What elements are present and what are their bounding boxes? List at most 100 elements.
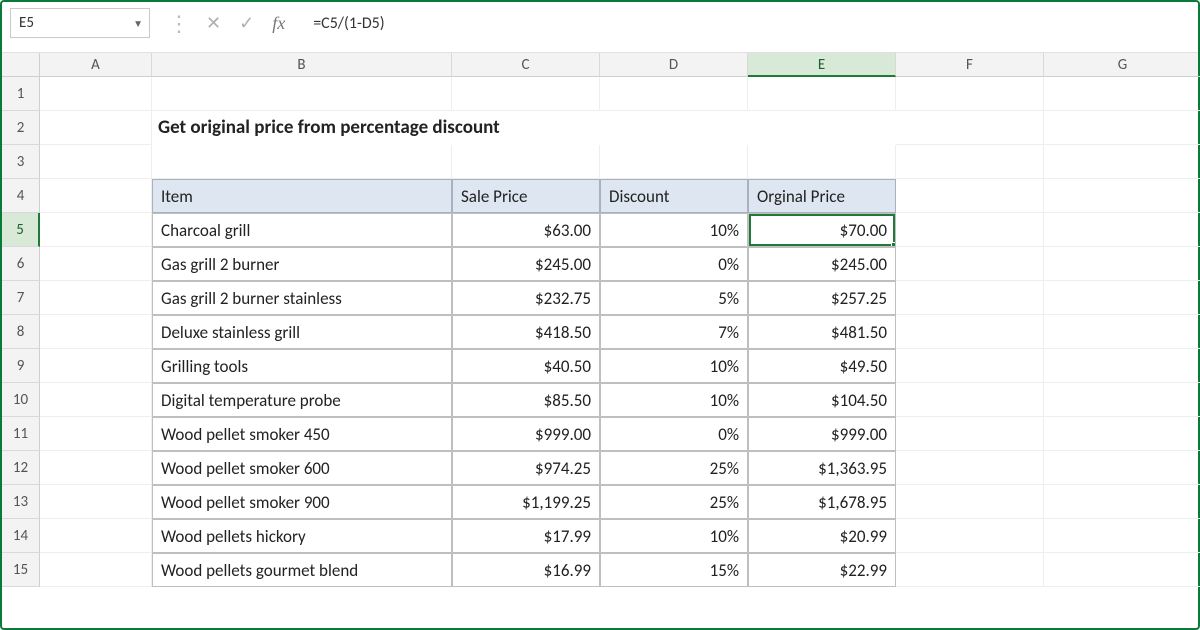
cell-C3[interactable] xyxy=(452,145,600,179)
cell-C9[interactable]: $40.50 xyxy=(452,349,600,383)
cell-E12[interactable]: $1,363.95 xyxy=(748,451,896,485)
row-header-6[interactable]: 6 xyxy=(2,247,40,281)
col-header-B[interactable]: B xyxy=(152,53,452,77)
cell-G10[interactable] xyxy=(1044,383,1200,417)
cell-C12[interactable]: $974.25 xyxy=(452,451,600,485)
row-header-12[interactable]: 12 xyxy=(2,451,40,485)
cell-B14[interactable]: Wood pellets hickory xyxy=(152,519,452,553)
cell-C14[interactable]: $17.99 xyxy=(452,519,600,553)
cell-G4[interactable] xyxy=(1044,179,1200,213)
cell-F6[interactable] xyxy=(896,247,1044,281)
row-header-3[interactable]: 3 xyxy=(2,145,40,179)
cell-D11[interactable]: 0% xyxy=(600,417,748,451)
row-header-10[interactable]: 10 xyxy=(2,383,40,417)
col-header-D[interactable]: D xyxy=(600,53,748,77)
cell-A14[interactable] xyxy=(40,519,152,553)
cell-B3[interactable] xyxy=(152,145,452,179)
cell-F7[interactable] xyxy=(896,281,1044,315)
select-all-corner[interactable] xyxy=(2,53,40,77)
header-sale-price[interactable]: Sale Price xyxy=(452,179,600,213)
cell-D12[interactable]: 25% xyxy=(600,451,748,485)
cell-G14[interactable] xyxy=(1044,519,1200,553)
enter-icon[interactable]: ✓ xyxy=(239,12,254,34)
cell-E3[interactable] xyxy=(748,145,896,179)
row-header-2[interactable]: 2 xyxy=(2,111,40,145)
cell-E11[interactable]: $999.00 xyxy=(748,417,896,451)
cell-F8[interactable] xyxy=(896,315,1044,349)
cell-A9[interactable] xyxy=(40,349,152,383)
row-header-4[interactable]: 4 xyxy=(2,179,40,213)
cell-E7[interactable]: $257.25 xyxy=(748,281,896,315)
cell-F3[interactable] xyxy=(896,145,1044,179)
col-header-F[interactable]: F xyxy=(896,53,1044,77)
cell-E1[interactable] xyxy=(748,77,896,111)
cell-B13[interactable]: Wood pellet smoker 900 xyxy=(152,485,452,519)
row-header-9[interactable]: 9 xyxy=(2,349,40,383)
cell-G8[interactable] xyxy=(1044,315,1200,349)
header-item[interactable]: Item xyxy=(152,179,452,213)
cell-C11[interactable]: $999.00 xyxy=(452,417,600,451)
cell-B7[interactable]: Gas grill 2 burner stainless xyxy=(152,281,452,315)
spreadsheet-grid[interactable]: A B C D E F G 1 2 Get original price fro… xyxy=(2,53,1198,587)
cell-F12[interactable] xyxy=(896,451,1044,485)
cell-D3[interactable] xyxy=(600,145,748,179)
cell-B15[interactable]: Wood pellets gourmet blend xyxy=(152,553,452,587)
cell-G13[interactable] xyxy=(1044,485,1200,519)
col-header-G[interactable]: G xyxy=(1044,53,1200,77)
cell-B5[interactable]: Charcoal grill xyxy=(152,213,452,247)
cell-E10[interactable]: $104.50 xyxy=(748,383,896,417)
cell-E8[interactable]: $481.50 xyxy=(748,315,896,349)
cell-F14[interactable] xyxy=(896,519,1044,553)
row-header-1[interactable]: 1 xyxy=(2,77,40,111)
cell-D5[interactable]: 10% xyxy=(600,213,748,247)
cell-A12[interactable] xyxy=(40,451,152,485)
col-header-E[interactable]: E xyxy=(748,53,896,77)
fx-icon[interactable]: fx xyxy=(272,13,285,34)
cell-B9[interactable]: Grilling tools xyxy=(152,349,452,383)
cell-B11[interactable]: Wood pellet smoker 450 xyxy=(152,417,452,451)
cell-E6[interactable]: $245.00 xyxy=(748,247,896,281)
cell-A6[interactable] xyxy=(40,247,152,281)
cell-G7[interactable] xyxy=(1044,281,1200,315)
cell-G3[interactable] xyxy=(1044,145,1200,179)
sheet-title[interactable]: Get original price from percentage disco… xyxy=(152,111,896,145)
cell-B12[interactable]: Wood pellet smoker 600 xyxy=(152,451,452,485)
cell-D14[interactable]: 10% xyxy=(600,519,748,553)
fill-handle[interactable] xyxy=(891,242,896,247)
cell-A1[interactable] xyxy=(40,77,152,111)
cell-C10[interactable]: $85.50 xyxy=(452,383,600,417)
cell-A11[interactable] xyxy=(40,417,152,451)
cell-F1[interactable] xyxy=(896,77,1044,111)
cell-F5[interactable] xyxy=(896,213,1044,247)
cell-A2[interactable] xyxy=(40,111,152,145)
cell-C6[interactable]: $245.00 xyxy=(452,247,600,281)
cell-D15[interactable]: 15% xyxy=(600,553,748,587)
cell-C1[interactable] xyxy=(452,77,600,111)
cancel-icon[interactable]: ✕ xyxy=(206,12,221,34)
cell-A15[interactable] xyxy=(40,553,152,587)
cell-D13[interactable]: 25% xyxy=(600,485,748,519)
cell-C8[interactable]: $418.50 xyxy=(452,315,600,349)
cell-A5[interactable] xyxy=(40,213,152,247)
cell-D10[interactable]: 10% xyxy=(600,383,748,417)
cell-D6[interactable]: 0% xyxy=(600,247,748,281)
cell-A7[interactable] xyxy=(40,281,152,315)
row-header-5[interactable]: 5 xyxy=(2,213,40,247)
cell-F2[interactable] xyxy=(896,111,1044,145)
cell-G5[interactable] xyxy=(1044,213,1200,247)
cell-G15[interactable] xyxy=(1044,553,1200,587)
cell-D8[interactable]: 7% xyxy=(600,315,748,349)
cell-F13[interactable] xyxy=(896,485,1044,519)
cell-A13[interactable] xyxy=(40,485,152,519)
cell-D1[interactable] xyxy=(600,77,748,111)
cell-G11[interactable] xyxy=(1044,417,1200,451)
cell-F11[interactable] xyxy=(896,417,1044,451)
cell-C5[interactable]: $63.00 xyxy=(452,213,600,247)
cell-G9[interactable] xyxy=(1044,349,1200,383)
cell-A8[interactable] xyxy=(40,315,152,349)
row-header-7[interactable]: 7 xyxy=(2,281,40,315)
cell-B1[interactable] xyxy=(152,77,452,111)
formula-input[interactable]: =C5/(1-D5) xyxy=(303,14,1190,33)
cell-G2[interactable] xyxy=(1044,111,1200,145)
expand-bar-icon[interactable]: ⋮ xyxy=(168,10,188,37)
